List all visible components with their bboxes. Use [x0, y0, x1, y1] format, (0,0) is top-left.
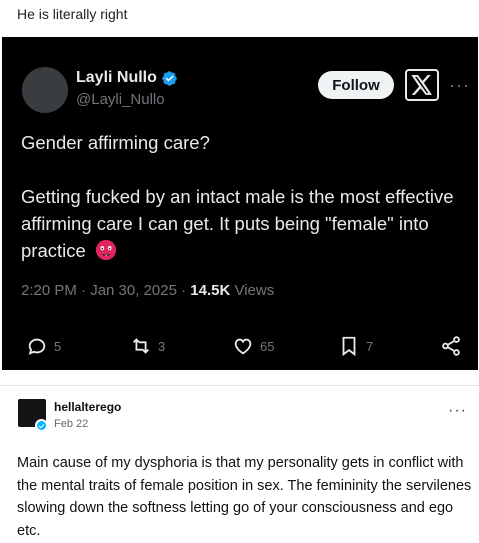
emoji-hot-face-icon: [95, 239, 117, 261]
more-options-icon[interactable]: ···: [449, 75, 470, 96]
x-logo-icon[interactable]: [405, 69, 439, 101]
verified-badge-icon: [162, 70, 177, 86]
follow-button[interactable]: Follow: [318, 71, 394, 99]
repost-icon: [133, 338, 149, 354]
like-icon: [234, 338, 252, 355]
reply-text: Main cause of my dysphoria is that my pe…: [17, 455, 472, 539]
reply-action[interactable]: 5: [26, 335, 61, 357]
bookmark-icon: [342, 336, 356, 357]
bookmark-count: 7: [366, 338, 374, 354]
share-icon: [442, 336, 460, 356]
author-name[interactable]: Layli Nullo: [76, 69, 157, 87]
like-action[interactable]: 65: [232, 335, 274, 357]
views-count: 14.5K: [190, 282, 231, 299]
embedded-tweet[interactable]: Layli Nullo @Layli_Nullo Follow ··· Gend…: [2, 37, 478, 370]
author-handle[interactable]: @Layli_Nullo: [76, 91, 165, 108]
reply-verified-badge-icon: [35, 419, 48, 432]
like-count: 65: [260, 338, 275, 354]
bookmark-action[interactable]: 7: [338, 335, 373, 357]
tweet-body: Getting fucked by an intact male is the …: [21, 186, 454, 261]
tweet-timestamp[interactable]: 2:20 PM · Jan 30, 2025 ·: [21, 282, 190, 299]
tweet-text: Gender affirming care? Getting fucked by…: [21, 129, 461, 264]
reply-username[interactable]: hellalterego: [54, 400, 121, 414]
repost-action[interactable]: 3: [130, 335, 165, 357]
tweet-meta: 2:20 PM · Jan 30, 2025 · 14.5K Views: [21, 282, 274, 299]
tweet-actions: 5 3 65 7: [2, 335, 478, 359]
author-avatar[interactable]: [22, 67, 68, 113]
views-label: Views: [230, 282, 275, 299]
author-name-row[interactable]: Layli Nullo: [76, 69, 178, 87]
reply-icon: [28, 338, 46, 355]
reply-more-options-icon[interactable]: ···: [448, 402, 467, 420]
post-caption: He is literally right: [17, 6, 128, 22]
tweet-line-1: Gender affirming care?: [21, 132, 210, 153]
post-divider: [0, 385, 479, 386]
repost-count: 3: [158, 338, 166, 354]
x-logo-glyph: [411, 75, 432, 95]
reply-count: 5: [54, 338, 62, 354]
share-action[interactable]: [440, 335, 462, 357]
tweet-line-gap: [21, 156, 461, 183]
reply-date[interactable]: Feb 22: [54, 418, 88, 430]
